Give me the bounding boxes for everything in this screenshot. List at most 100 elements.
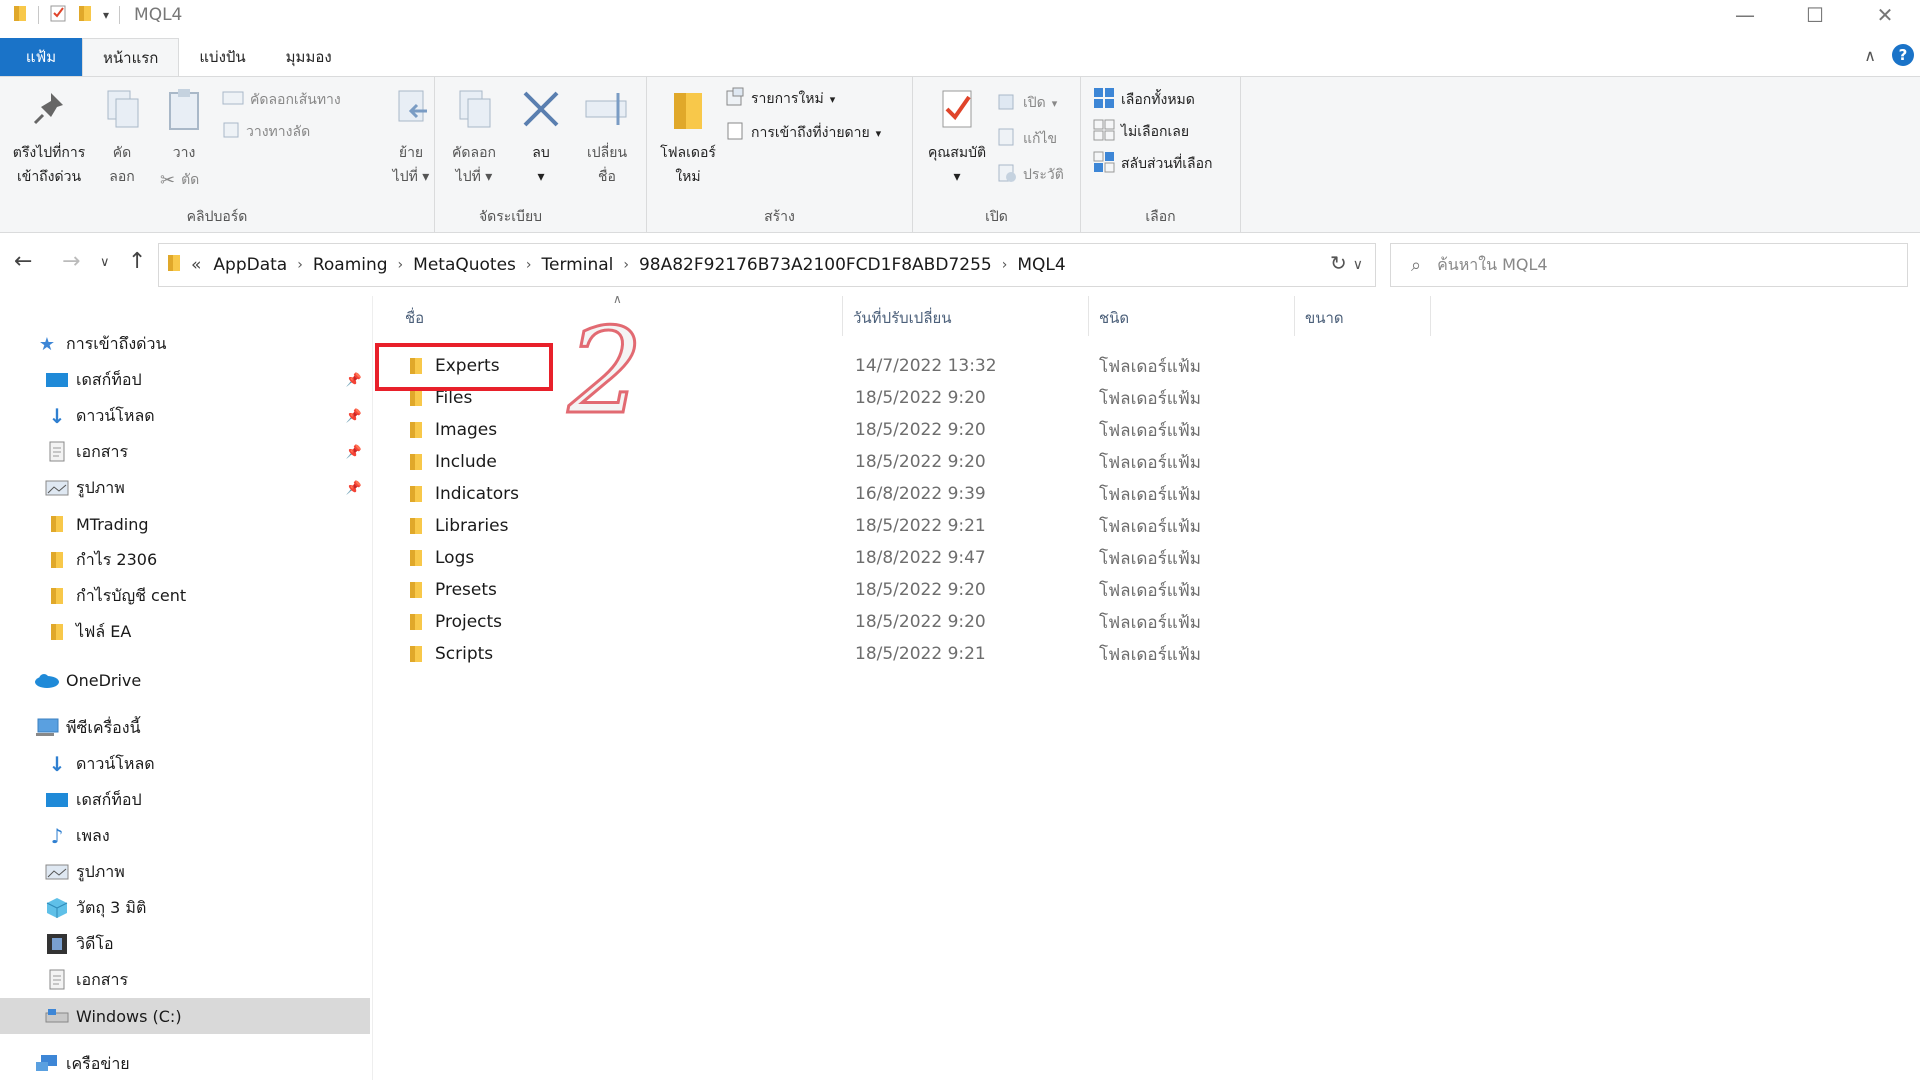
history-button[interactable]: ประวัติ	[997, 163, 1064, 187]
nav-this-pc[interactable]: พีซีเครื่องนี้	[34, 710, 370, 746]
nav-pc-documents[interactable]: เอกสาร	[44, 962, 370, 998]
column-header-name[interactable]: ชื่อ	[405, 306, 424, 330]
pin-icon[interactable]: 📌	[346, 373, 362, 388]
file-row-scripts[interactable]: Scripts 18/5/2022 9:21 โฟลเดอร์แฟ้ม	[403, 638, 1603, 670]
copy-path-button[interactable]: คัดลอกเส้นทาง	[222, 89, 341, 111]
nav-mtrading[interactable]: MTrading	[44, 506, 370, 542]
breadcrumb-terminal-id[interactable]: 98A82F92176B73A2100FCD1F8ABD7255	[639, 255, 992, 275]
invert-selection-icon	[1093, 151, 1115, 177]
column-divider[interactable]	[842, 296, 843, 336]
rename-icon	[582, 87, 632, 141]
nav-pc-downloads[interactable]: ↓ ดาวน์โหลด	[44, 746, 370, 782]
nav-pc-videos[interactable]: วิดีโอ	[44, 926, 370, 962]
copy-to-button[interactable]: คัดลอก ไปที่ ▾	[439, 87, 509, 189]
column-divider[interactable]	[1088, 296, 1089, 336]
chevron-right-icon[interactable]: ›	[297, 257, 303, 273]
breadcrumb-terminal[interactable]: Terminal	[542, 255, 614, 275]
nav-quick-access[interactable]: ★ การเข้าถึงด่วน	[34, 326, 404, 362]
chevron-right-icon[interactable]: ›	[1002, 257, 1008, 273]
cut-button[interactable]: ✂ ตัด	[160, 169, 199, 191]
minimize-button[interactable]: —	[1710, 0, 1780, 30]
nav-profit-cent[interactable]: กำไรบัญชี cent	[44, 578, 370, 614]
tab-file[interactable]: แฟ้ม	[0, 38, 82, 76]
address-bar[interactable]: « AppData › Roaming › MetaQuotes › Termi…	[158, 243, 1376, 287]
breadcrumb-mql4[interactable]: MQL4	[1017, 255, 1065, 275]
back-arrow-icon[interactable]: ←	[14, 249, 32, 274]
customize-qat-icon[interactable]: ▾	[103, 8, 109, 22]
chevron-right-icon[interactable]: ›	[398, 257, 404, 273]
open-button[interactable]: เปิด ▾	[997, 91, 1057, 115]
forward-arrow-icon[interactable]: →	[62, 249, 80, 274]
column-header-size[interactable]: ขนาด	[1305, 306, 1344, 330]
navigation-pane: ★ การเข้าถึงด่วน เดสก์ท็อป 📌 ↓ ดาวน์โหลด…	[0, 296, 372, 1080]
nav-network[interactable]: เครือข่าย	[34, 1046, 370, 1080]
folder-icon	[44, 586, 70, 606]
breadcrumb-overflow[interactable]: «	[191, 255, 201, 275]
nav-windows-c[interactable]: Windows (C:)	[0, 998, 370, 1034]
nav-profit-2306[interactable]: กำไร 2306	[44, 542, 370, 578]
easy-access-button[interactable]: การเข้าถึงที่ง่ายดาย ▾	[725, 121, 881, 145]
tab-home[interactable]: หน้าแรก	[82, 38, 180, 76]
nav-pictures[interactable]: รูปภาพ 📌	[44, 470, 370, 506]
file-row-include[interactable]: Include 18/5/2022 9:20 โฟลเดอร์แฟ้ม	[403, 446, 1603, 478]
paste-button[interactable]: วาง	[158, 87, 210, 165]
column-divider[interactable]	[1294, 296, 1295, 336]
file-date: 18/5/2022 9:20	[855, 612, 986, 632]
nav-downloads[interactable]: ↓ ดาวน์โหลด 📌	[44, 398, 370, 434]
tab-view[interactable]: มุมมอง	[266, 38, 352, 76]
picture-icon	[44, 479, 70, 497]
open-group-label: เปิด	[985, 209, 1008, 225]
file-row-libraries[interactable]: Libraries 18/5/2022 9:21 โฟลเดอร์แฟ้ม	[403, 510, 1603, 542]
breadcrumb-appdata[interactable]: AppData	[213, 255, 287, 275]
maximize-button[interactable]: ☐	[1780, 0, 1850, 30]
tab-share[interactable]: แบ่งปัน	[179, 38, 265, 76]
collapse-ribbon-icon[interactable]: ∧	[1864, 46, 1876, 65]
search-input[interactable]: ⌕ ค้นหาใน MQL4	[1390, 243, 1908, 287]
select-all-button[interactable]: เลือกทั้งหมด	[1093, 87, 1195, 113]
edit-button[interactable]: แก้ไข	[997, 127, 1057, 151]
column-divider[interactable]	[1430, 296, 1431, 336]
file-row-indicators[interactable]: Indicators 16/8/2022 9:39 โฟลเดอร์แฟ้ม	[403, 478, 1603, 510]
file-row-presets[interactable]: Presets 18/5/2022 9:20 โฟลเดอร์แฟ้ม	[403, 574, 1603, 606]
nav-ea-files[interactable]: ไฟล์ EA	[44, 614, 370, 650]
pin-icon[interactable]: 📌	[346, 445, 362, 460]
copy-button[interactable]: คัด ลอก	[98, 87, 146, 189]
paste-shortcut-button[interactable]: วางทางลัด	[222, 121, 310, 143]
new-folder-icon[interactable]	[77, 4, 93, 26]
properties-icon[interactable]	[49, 4, 67, 26]
chevron-right-icon[interactable]: ›	[526, 257, 532, 273]
move-to-button[interactable]: ย้าย ไปที่ ▾	[383, 87, 439, 189]
close-button[interactable]: ✕	[1850, 0, 1920, 30]
refresh-icon[interactable]: ↻	[1330, 251, 1347, 275]
file-row-logs[interactable]: Logs 18/8/2022 9:47 โฟลเดอร์แฟ้ม	[403, 542, 1603, 574]
file-row-projects[interactable]: Projects 18/5/2022 9:20 โฟลเดอร์แฟ้ม	[403, 606, 1603, 638]
nav-pc-3d-objects[interactable]: วัตถุ 3 มิติ	[44, 890, 370, 926]
column-header-date-modified[interactable]: วันที่ปรับเปลี่ยน	[853, 306, 952, 330]
file-type: โฟลเดอร์แฟ้ม	[1099, 516, 1201, 537]
nav-pc-pictures[interactable]: รูปภาพ	[44, 854, 370, 890]
chevron-right-icon[interactable]: ›	[623, 257, 629, 273]
rename-button[interactable]: เปลี่ยน ชื่อ	[575, 87, 639, 189]
delete-button[interactable]: ลบ ▾	[515, 87, 567, 189]
help-icon[interactable]: ?	[1892, 44, 1914, 66]
nav-onedrive[interactable]: OneDrive	[34, 662, 370, 698]
nav-pc-music[interactable]: ♪ เพลง	[44, 818, 370, 854]
pin-quick-access-button[interactable]: ตรึงไปที่การ เข้าถึงด่วน	[8, 87, 90, 189]
pin-icon[interactable]: 📌	[346, 481, 362, 496]
up-arrow-icon[interactable]: ↑	[128, 249, 146, 274]
properties-button[interactable]: คุณสมบัติ ▾	[919, 87, 995, 189]
quick-access-toolbar: ▾ MQL4	[0, 4, 182, 26]
pin-icon[interactable]: 📌	[346, 409, 362, 424]
new-item-button[interactable]: รายการใหม่ ▾	[725, 87, 835, 111]
select-none-button[interactable]: ไม่เลือกเลย	[1093, 119, 1189, 145]
breadcrumb-metaquotes[interactable]: MetaQuotes	[413, 255, 516, 275]
new-folder-button[interactable]: โฟลเดอร์ ใหม่	[653, 87, 723, 189]
column-header-type[interactable]: ชนิด	[1099, 306, 1129, 330]
nav-documents[interactable]: เอกสาร 📌	[44, 434, 370, 470]
address-dropdown-chevron-icon[interactable]: ∨	[1353, 257, 1363, 273]
invert-selection-button[interactable]: สลับส่วนที่เลือก	[1093, 151, 1212, 177]
nav-desktop[interactable]: เดสก์ท็อป 📌	[44, 362, 370, 398]
recent-locations-chevron-icon[interactable]: ∨	[100, 255, 110, 270]
breadcrumb-roaming[interactable]: Roaming	[313, 255, 388, 275]
nav-pc-desktop[interactable]: เดสก์ท็อป	[44, 782, 370, 818]
